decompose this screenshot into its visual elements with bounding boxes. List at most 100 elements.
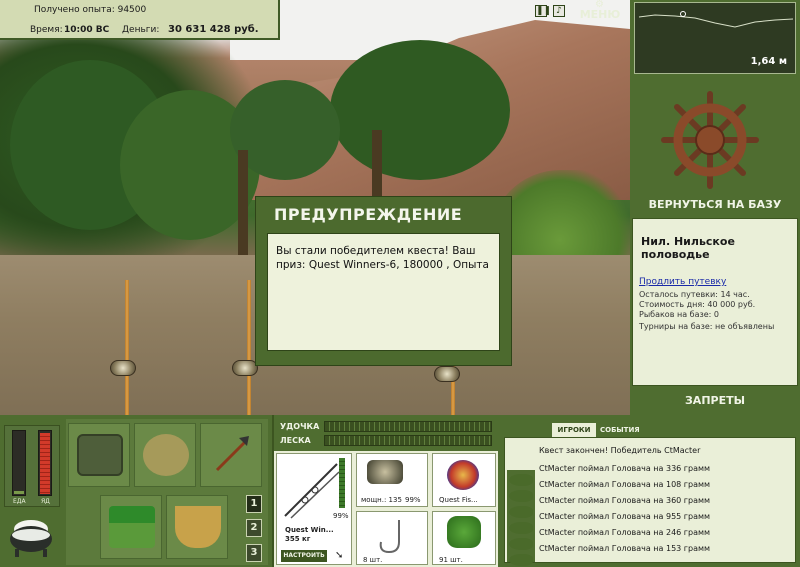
meters: ЕДА ЯД: [4, 425, 60, 507]
log-body: Квест закончен! Победитель CtMacter CtMa…: [504, 437, 796, 566]
inventory: [66, 419, 268, 565]
experience-text: Получено опыта: 94500: [34, 5, 147, 15]
anglers-count: Рыбаков на базе: 0: [639, 310, 719, 319]
log-line: CtMacter поймал Головача на 108 грамм: [539, 480, 711, 489]
poison-label: ЯД: [41, 498, 50, 505]
depth-gauge: 1,64 м: [634, 2, 796, 74]
cooking-pot-icon[interactable]: [6, 511, 56, 561]
fish-icon: [509, 538, 533, 550]
reel-slot[interactable]: мощн.: 135 99%: [356, 453, 428, 507]
log-line: CtMacter поймал Головача на 153 грамм: [539, 544, 711, 553]
money-label: Деньги:: [122, 25, 160, 35]
reel-icon: [367, 460, 403, 484]
rod-percent: 99%: [333, 512, 349, 520]
sack-icon: [143, 434, 189, 476]
reel-3[interactable]: [434, 366, 460, 382]
inventory-slot-tools[interactable]: [200, 423, 262, 487]
location-info: Нил. Нильское половодье Продлить путевку…: [632, 218, 798, 386]
rod-slot[interactable]: 99% Quest Win... 355 кг НАСТРОИТЬ ➘: [276, 453, 352, 565]
groundbait-count: 91 шт.: [439, 556, 463, 564]
line-label: ЛЕСКА: [280, 436, 311, 445]
line-strength-bar: [324, 435, 492, 446]
tab-players[interactable]: ИГРОКИ: [552, 423, 596, 437]
hook-slot[interactable]: 8 шт.: [356, 511, 428, 565]
return-to-base-button[interactable]: ВЕРНУТЬСЯ НА БАЗУ: [634, 198, 796, 214]
tools-icon: [209, 434, 255, 476]
poison-fill: [40, 433, 50, 494]
rod-label: УДОЧКА: [280, 422, 320, 431]
bucket-icon: [175, 506, 221, 548]
inventory-slot-basket[interactable]: [100, 495, 162, 559]
food-label: ЕДА: [13, 498, 26, 505]
rod-2[interactable]: [247, 280, 251, 415]
arrow-down-right-icon: ➘: [335, 550, 344, 561]
sound-icon[interactable]: ♪: [553, 5, 565, 17]
food-fill: [14, 490, 24, 494]
pause-icon[interactable]: ❚❚: [535, 5, 551, 17]
rod-1[interactable]: [125, 280, 129, 415]
bans-button[interactable]: ЗАПРЕТЫ: [634, 394, 796, 410]
rod-name: Quest Win...: [285, 526, 334, 534]
herb-icon: [447, 516, 481, 548]
inventory-slot-bucket[interactable]: [166, 495, 228, 559]
hook-icon: [379, 520, 400, 554]
log-line: CtMacter поймал Головача на 336 грамм: [539, 464, 711, 473]
log-header: Квест закончен! Победитель CtMacter: [539, 446, 701, 455]
float-marker: [680, 11, 686, 17]
hook-count: 8 шт.: [363, 556, 383, 564]
dialog-message: Вы стали победителем квеста! Ваш приз: Q…: [267, 233, 500, 351]
right-panel: 1,64 м ВЕРНУТЬСЯ НА БАЗУ Нил. Нильское п…: [630, 0, 800, 415]
rod-durability-bar: [339, 458, 345, 508]
rod-strength-bar: [324, 421, 492, 432]
groundbait-slot[interactable]: 91 шт.: [432, 511, 496, 565]
page-button-1[interactable]: 1: [246, 495, 262, 513]
reel-1[interactable]: [110, 360, 136, 376]
palm-crown: [330, 40, 510, 180]
time-value: 10:00 ВС: [64, 25, 110, 35]
palm-trunk: [372, 130, 382, 200]
bait-icon: [447, 460, 479, 490]
dialog-title: ПРЕДУПРЕЖДЕНИЕ: [274, 205, 463, 224]
rod-icon: [284, 463, 340, 519]
inventory-slot-bag[interactable]: [68, 423, 130, 487]
bait-name: Quest Fis...: [439, 496, 478, 504]
event-log: ИГРОКИ СОБЫТИЯ Квест закончен! Победител…: [500, 415, 800, 567]
bag-icon: [77, 434, 123, 476]
fish-icon: [509, 490, 533, 502]
menu-label: МЕНЮ: [579, 8, 621, 21]
rod-weight: 355 кг: [285, 535, 311, 543]
fish-icon: [509, 506, 533, 518]
log-line: CtMacter поймал Головача на 955 грамм: [539, 512, 711, 521]
day-cost: Стоимость дня: 40 000 руб.: [639, 300, 756, 309]
basket-icon: [109, 506, 155, 548]
depth-value: 1,64 м: [750, 56, 787, 67]
tournaments-info: Турниры на базе: не объявлены: [639, 322, 775, 331]
tackle-header: УДОЧКА ЛЕСКА: [274, 415, 500, 451]
player-status: Получено опыта: 94500 Время: 10:00 ВС Де…: [0, 0, 280, 40]
fish-icon: [509, 522, 533, 534]
inventory-slot-sack[interactable]: [134, 423, 196, 487]
reel-power: мощн.: 135: [361, 496, 402, 504]
log-line: CtMacter поймал Головача на 360 грамм: [539, 496, 711, 505]
menu-button[interactable]: ⚙ МЕНЮ: [578, 0, 622, 21]
money-value: 30 631 428 руб.: [168, 24, 259, 35]
time-label: Время:: [30, 25, 63, 35]
trip-remaining: Осталось путевки: 14 час.: [639, 290, 750, 299]
location-title: Нил. Нильское половодье: [641, 235, 735, 261]
tackle-panel: УДОЧКА ЛЕСКА 99% Quest Win... 355 кг НАС…: [272, 415, 500, 567]
tune-button[interactable]: НАСТРОИТЬ: [281, 550, 327, 562]
tab-events[interactable]: СОБЫТИЯ: [600, 423, 640, 437]
poison-meter: [38, 430, 52, 496]
page-button-2[interactable]: 2: [246, 519, 262, 537]
food-meter: [12, 430, 26, 496]
log-line: CtMacter поймал Головача на 246 грамм: [539, 528, 711, 537]
log-tabs: ИГРОКИ СОБЫТИЯ: [502, 421, 798, 437]
warning-dialog[interactable]: ПРЕДУПРЕЖДЕНИЕ Вы стали победителем квес…: [255, 196, 512, 366]
fish-icon: [509, 554, 533, 566]
bait-slot[interactable]: Quest Fis...: [432, 453, 496, 507]
fish-icon: [509, 474, 533, 486]
extend-trip-link[interactable]: Продлить путевку: [639, 277, 726, 287]
reel-percent: 99%: [405, 496, 421, 504]
page-button-3[interactable]: 3: [246, 544, 262, 562]
ship-wheel-icon[interactable]: [660, 90, 760, 190]
